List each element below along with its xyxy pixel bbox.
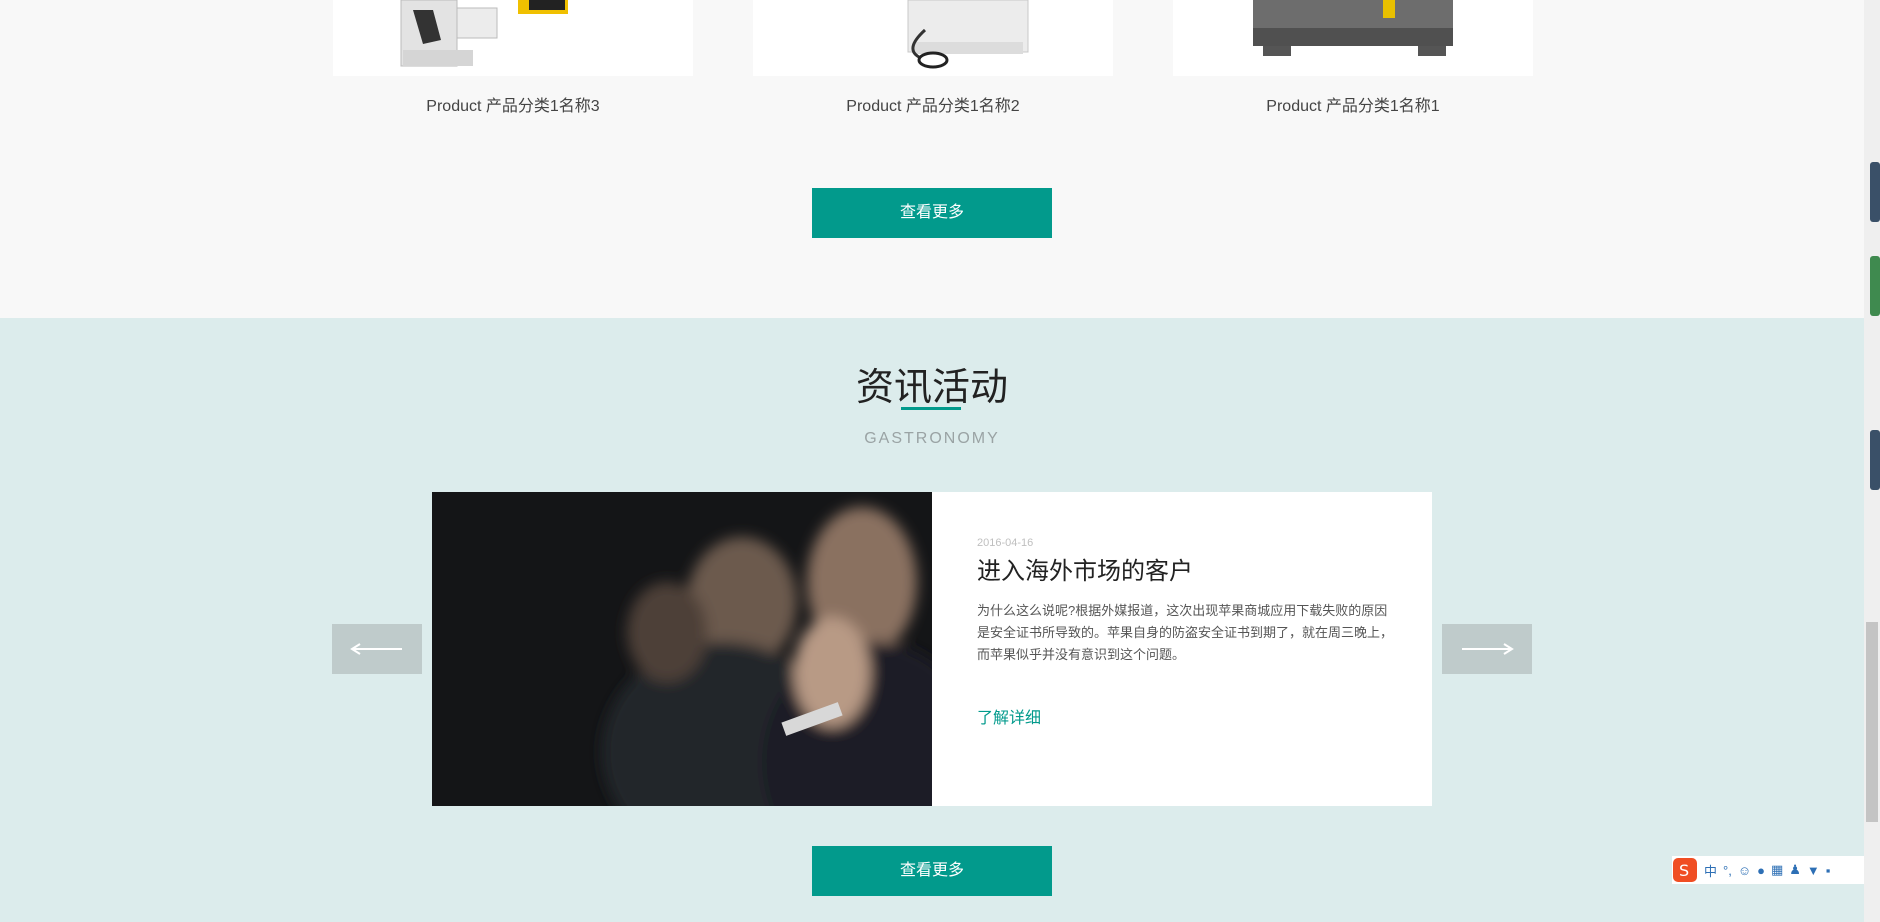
svg-text:S: S — [1679, 861, 1689, 880]
product-image[interactable] — [753, 0, 1113, 76]
carousel-prev-button[interactable] — [332, 624, 422, 674]
news-section-title: 资讯活动 — [855, 365, 1008, 409]
keyboard-icon[interactable]: ▦ — [1771, 862, 1783, 878]
product-image[interactable] — [333, 0, 693, 76]
emoji-icon[interactable]: ☺ — [1738, 863, 1751, 878]
punctuation-icon[interactable]: °, — [1723, 863, 1732, 878]
arrow-right-icon — [1462, 643, 1514, 655]
news-summary: 为什么这么说呢?根据外媒报道，这次出现苹果商城应用下载失败的原因是安全证书所导致… — [977, 603, 1394, 662]
product-name[interactable]: Product 产品分类1名称2 — [753, 92, 1113, 116]
news-card[interactable]: 2016-04-16 进入海外市场的客户 为什么这么说呢?根据外媒报道，这次出现… — [432, 492, 1432, 806]
sogou-logo-icon: S — [1673, 858, 1697, 882]
product-name[interactable]: Product 产品分类1名称1 — [1173, 92, 1533, 116]
news-read-more-link[interactable]: 了解详细 — [977, 704, 1397, 728]
news-date: 2016-04-16 — [977, 537, 1034, 549]
news-card-body: 2016-04-16 进入海外市场的客户 为什么这么说呢?根据外媒报道，这次出现… — [977, 537, 1397, 728]
ime-mode-label[interactable]: 中 — [1704, 861, 1717, 880]
product-machine-image — [1253, 0, 1453, 56]
news-headline[interactable]: 进入海外市场的客户 — [977, 551, 1397, 586]
side-meter-widget — [1870, 256, 1880, 316]
product-name[interactable]: Product 产品分类1名称3 — [333, 92, 693, 116]
product-card[interactable]: Product 产品分类1名称1 — [1173, 0, 1533, 116]
carousel-next-button[interactable] — [1442, 624, 1532, 674]
news-photo[interactable] — [432, 492, 932, 806]
news-section: 资讯活动 GASTRONOMY 2016-04-16 进入海外市场的客户 为什么… — [0, 318, 1864, 922]
products-section: Product 产品分类1名称3 Product 产品分类1名称2 Produc… — [0, 0, 1864, 318]
skin-icon[interactable]: ▼ — [1807, 863, 1820, 878]
news-photo-image — [432, 492, 932, 806]
product-card[interactable]: Product 产品分类1名称3 — [333, 0, 693, 116]
title-underline — [901, 407, 961, 410]
product-machine-image — [400, 0, 568, 67]
microphone-icon[interactable]: ● — [1757, 863, 1765, 878]
side-meter-widget — [1870, 162, 1880, 222]
news-view-more-button[interactable]: 查看更多 — [812, 846, 1052, 896]
input-method-toolbar[interactable]: S 中 °, ☺ ● ▦ ♟ ▼ ▪ — [1672, 856, 1864, 884]
news-section-subtitle: GASTRONOMY — [864, 430, 1000, 447]
product-image[interactable] — [1173, 0, 1533, 76]
product-card[interactable]: Product 产品分类1名称2 — [753, 0, 1113, 116]
side-meter-widget — [1870, 430, 1880, 490]
product-machine-image — [907, 0, 1029, 69]
arrow-left-icon — [350, 643, 402, 655]
user-icon[interactable]: ♟ — [1789, 862, 1801, 878]
grid-menu-icon[interactable]: ▪ — [1826, 863, 1831, 878]
scrollbar-thumb[interactable] — [1866, 622, 1878, 822]
products-view-more-button[interactable]: 查看更多 — [812, 188, 1052, 238]
